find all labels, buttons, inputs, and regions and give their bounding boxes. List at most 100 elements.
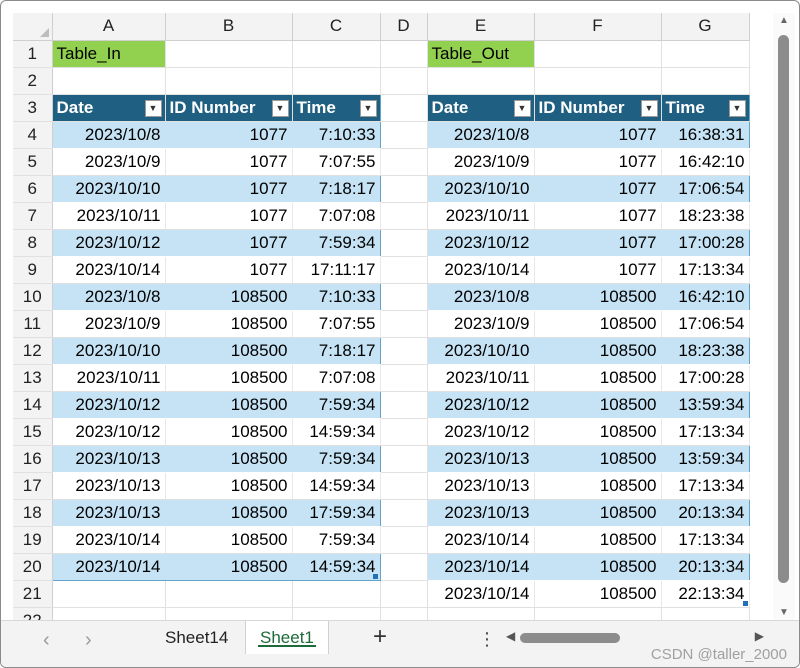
cell[interactable] — [427, 607, 535, 620]
table-out-cell[interactable]: 20:13:34 — [661, 553, 750, 581]
table-in-cell[interactable]: 7:18:17 — [292, 175, 381, 203]
chevron-left-icon[interactable]: ‹ — [43, 629, 50, 652]
table-out-cell[interactable]: 1077 — [534, 256, 662, 284]
row-header[interactable]: 2 — [13, 67, 53, 95]
table-out-cell[interactable]: 108500 — [534, 553, 662, 581]
table-out-cell[interactable]: 108500 — [534, 337, 662, 365]
row-header[interactable]: 20 — [13, 553, 53, 581]
table-out-cell[interactable]: 2023/10/10 — [426, 175, 535, 203]
table-in-cell[interactable]: 7:10:33 — [292, 121, 381, 149]
table-out-cell[interactable]: 2023/10/14 — [426, 580, 535, 608]
row-header[interactable]: 15 — [13, 418, 53, 446]
column-header-c[interactable]: C — [292, 13, 381, 41]
table-in-header-id-number[interactable]: ID Number ▼ — [165, 94, 293, 122]
table-in-cell[interactable]: 7:07:55 — [292, 148, 381, 176]
cell[interactable] — [165, 40, 293, 68]
cell[interactable] — [427, 67, 535, 95]
table-out-cell[interactable]: 13:59:34 — [661, 445, 750, 473]
table-in-cell[interactable]: 2023/10/11 — [51, 364, 166, 392]
scroll-down-icon[interactable]: ▼ — [773, 607, 795, 618]
cell[interactable] — [380, 229, 428, 257]
row-header[interactable]: 4 — [13, 121, 53, 149]
table-in-cell[interactable]: 1077 — [165, 229, 293, 257]
table-out-cell[interactable]: 1077 — [534, 202, 662, 230]
column-header-e[interactable]: E — [427, 13, 535, 41]
table-in-label[interactable]: Table_In — [52, 40, 166, 68]
table-in-cell[interactable]: 108500 — [165, 445, 293, 473]
row-header[interactable]: 1 — [13, 40, 53, 68]
cell[interactable] — [380, 67, 428, 95]
table-out-cell[interactable]: 108500 — [534, 472, 662, 500]
row-header[interactable]: 10 — [13, 283, 53, 311]
table-in-cell[interactable]: 17:11:17 — [292, 256, 381, 284]
table-in-cell[interactable]: 2023/10/12 — [51, 418, 166, 446]
table-in-header-time[interactable]: Time ▼ — [292, 94, 381, 122]
table-in-cell[interactable]: 2023/10/13 — [51, 499, 166, 527]
cell[interactable] — [292, 40, 381, 68]
table-out-cell[interactable]: 108500 — [534, 445, 662, 473]
cell[interactable] — [534, 67, 662, 95]
table-out-cell[interactable]: 108500 — [534, 580, 662, 608]
table-in-cell[interactable]: 2023/10/8 — [51, 121, 166, 149]
cell[interactable] — [534, 607, 662, 620]
table-out-cell[interactable]: 22:13:34 — [661, 580, 750, 608]
table-out-cell[interactable]: 17:13:34 — [661, 256, 750, 284]
table-in-cell[interactable]: 1077 — [165, 148, 293, 176]
table-out-cell[interactable]: 2023/10/14 — [426, 553, 535, 581]
table-in-cell[interactable]: 2023/10/13 — [51, 445, 166, 473]
table-out-cell[interactable]: 2023/10/13 — [426, 472, 535, 500]
cell[interactable] — [661, 40, 750, 68]
row-header[interactable]: 19 — [13, 526, 53, 554]
row-header[interactable]: 13 — [13, 364, 53, 392]
row-header[interactable]: 11 — [13, 310, 53, 338]
table-out-cell[interactable]: 17:06:54 — [661, 310, 750, 338]
table-out-cell[interactable]: 1077 — [534, 175, 662, 203]
table-in-cell[interactable]: 2023/10/9 — [51, 310, 166, 338]
table-in-cell[interactable]: 7:07:08 — [292, 202, 381, 230]
table-in-cell[interactable]: 2023/10/10 — [51, 337, 166, 365]
table-in-cell[interactable]: 108500 — [165, 310, 293, 338]
table-out-cell[interactable]: 108500 — [534, 310, 662, 338]
table-in-cell[interactable]: 2023/10/13 — [51, 472, 166, 500]
table-in-cell[interactable]: 7:59:34 — [292, 391, 381, 419]
table-in-cell[interactable]: 108500 — [165, 337, 293, 365]
cell[interactable] — [380, 310, 428, 338]
table-out-cell[interactable]: 2023/10/14 — [426, 526, 535, 554]
table-out-cell[interactable]: 2023/10/12 — [426, 229, 535, 257]
cell[interactable] — [380, 499, 428, 527]
cell[interactable] — [292, 607, 381, 620]
table-out-header-id-number[interactable]: ID Number ▼ — [534, 94, 662, 122]
select-all-corner[interactable] — [13, 13, 53, 41]
scroll-up-icon[interactable]: ▲ — [773, 15, 795, 26]
table-in-cell[interactable]: 17:59:34 — [292, 499, 381, 527]
filter-dropdown-icon[interactable]: ▼ — [640, 99, 658, 117]
table-in-cell[interactable]: 108500 — [165, 283, 293, 311]
table-out-cell[interactable]: 18:23:38 — [661, 202, 750, 230]
table-out-cell[interactable]: 18:23:38 — [661, 337, 750, 365]
cell[interactable] — [661, 67, 750, 95]
cell[interactable] — [380, 553, 428, 581]
cell[interactable] — [380, 445, 428, 473]
table-in-cell[interactable]: 14:59:34 — [292, 472, 381, 500]
horizontal-scroll-thumb[interactable] — [520, 633, 620, 643]
cell[interactable] — [380, 121, 428, 149]
table-in-cell[interactable]: 2023/10/8 — [51, 283, 166, 311]
cell[interactable] — [380, 364, 428, 392]
table-in-cell[interactable]: 7:59:34 — [292, 445, 381, 473]
cell[interactable] — [380, 472, 428, 500]
row-header[interactable]: 8 — [13, 229, 53, 257]
table-out-cell[interactable]: 108500 — [534, 499, 662, 527]
table-out-cell[interactable]: 17:00:28 — [661, 229, 750, 257]
row-header[interactable]: 9 — [13, 256, 53, 284]
row-header[interactable]: 22 — [13, 607, 53, 620]
table-in-cell[interactable]: 7:07:08 — [292, 364, 381, 392]
table-out-cell[interactable]: 2023/10/11 — [426, 202, 535, 230]
filter-dropdown-icon[interactable]: ▼ — [144, 99, 162, 117]
table-out-cell[interactable]: 16:42:10 — [661, 148, 750, 176]
table-in-resize-handle[interactable] — [373, 574, 378, 579]
table-out-cell[interactable]: 20:13:34 — [661, 499, 750, 527]
cell[interactable] — [165, 607, 293, 620]
filter-dropdown-icon[interactable]: ▼ — [271, 99, 289, 117]
table-in-cell[interactable]: 7:18:17 — [292, 337, 381, 365]
cell[interactable] — [380, 391, 428, 419]
